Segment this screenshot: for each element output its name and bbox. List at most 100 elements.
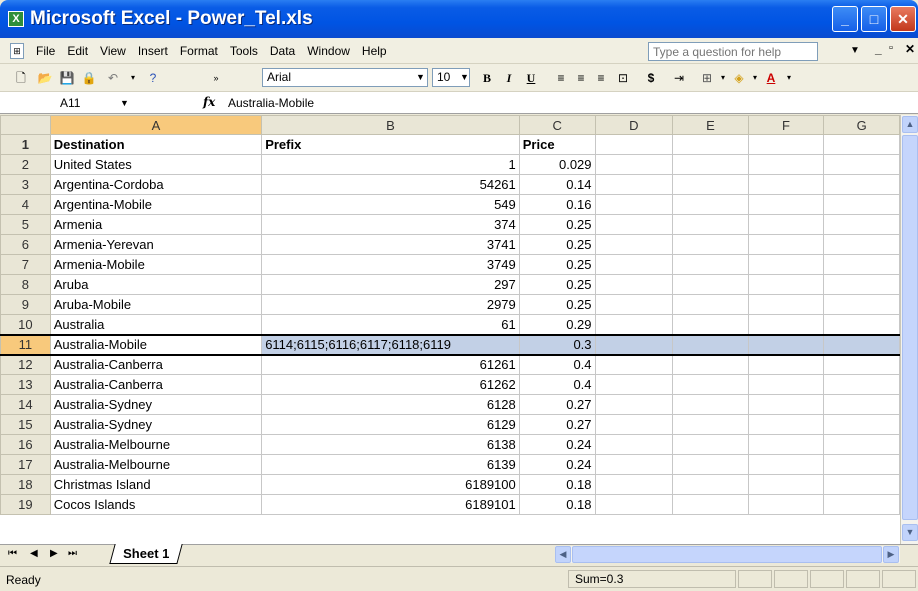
- cell-empty[interactable]: [823, 314, 900, 335]
- close-window-button[interactable]: ✕: [890, 6, 916, 32]
- column-header-g[interactable]: G: [823, 115, 900, 135]
- cell-prefix[interactable]: 61262: [261, 374, 520, 395]
- cell-prefix[interactable]: 3741: [261, 234, 520, 255]
- cell-empty[interactable]: [747, 394, 825, 415]
- cell-empty[interactable]: [823, 194, 900, 215]
- cell-empty[interactable]: [823, 374, 900, 395]
- cell-prefix[interactable]: 6129: [261, 414, 520, 435]
- cell-price[interactable]: 0.3: [518, 333, 596, 356]
- cell-prefix[interactable]: 6139: [261, 454, 520, 475]
- new-document-icon[interactable]: 🗋: [12, 69, 30, 87]
- cell-empty[interactable]: [747, 494, 825, 515]
- cell-price[interactable]: 0.25: [518, 274, 596, 295]
- cell-empty[interactable]: [747, 154, 825, 175]
- column-header-c[interactable]: C: [518, 115, 596, 135]
- font-color-dropdown-icon[interactable]: ▾: [780, 69, 798, 87]
- cell-empty[interactable]: [823, 434, 900, 455]
- cell-empty[interactable]: [594, 394, 674, 415]
- cell-empty[interactable]: [823, 274, 900, 295]
- font-name-select[interactable]: Arial: [262, 68, 428, 87]
- cell-prefix[interactable]: 61261: [261, 354, 520, 375]
- cell-destination[interactable]: Australia-Sydney: [49, 394, 263, 415]
- cell-price[interactable]: 0.18: [518, 494, 596, 515]
- cell-empty[interactable]: [672, 194, 749, 215]
- cell-destination[interactable]: Aruba-Mobile: [49, 294, 263, 315]
- cell-empty[interactable]: [594, 254, 674, 275]
- cell-empty[interactable]: [672, 474, 749, 495]
- cell-price[interactable]: 0.25: [518, 214, 596, 235]
- undo-dropdown-icon[interactable]: ▾: [124, 69, 142, 87]
- size-dropdown-icon[interactable]: ▼: [460, 72, 469, 82]
- row-header[interactable]: 14: [0, 394, 51, 415]
- minimize-button[interactable]: _: [832, 6, 858, 32]
- italic-button[interactable]: I: [500, 69, 518, 87]
- row-header[interactable]: 11: [0, 333, 51, 356]
- cell-empty[interactable]: [823, 354, 900, 375]
- cell-prefix[interactable]: 54261: [261, 174, 520, 195]
- cell-price[interactable]: Price: [518, 134, 596, 155]
- cell-price[interactable]: 0.25: [518, 294, 596, 315]
- cell-empty[interactable]: [747, 174, 825, 195]
- vertical-scroll-thumb[interactable]: [902, 135, 918, 520]
- cell-empty[interactable]: [672, 454, 749, 475]
- cell-empty[interactable]: [747, 194, 825, 215]
- underline-button[interactable]: U: [522, 69, 540, 87]
- cell-destination[interactable]: Argentina-Cordoba: [49, 174, 263, 195]
- cell-empty[interactable]: [672, 214, 749, 235]
- cell-empty[interactable]: [672, 174, 749, 195]
- font-dropdown-icon[interactable]: ▼: [416, 72, 425, 82]
- cell-empty[interactable]: [823, 494, 900, 515]
- cell-empty[interactable]: [823, 474, 900, 495]
- cell-empty[interactable]: [594, 214, 674, 235]
- cell-prefix[interactable]: 6189101: [261, 494, 520, 515]
- cell-empty[interactable]: [823, 254, 900, 275]
- last-sheet-icon[interactable]: ⏭: [68, 548, 77, 559]
- sheet-tab[interactable]: Sheet 1: [109, 544, 183, 564]
- cell-empty[interactable]: [594, 474, 674, 495]
- merge-center-icon[interactable]: ⊡: [614, 69, 632, 87]
- font-color-icon[interactable]: A: [762, 69, 780, 87]
- row-header[interactable]: 7: [0, 254, 51, 275]
- formula-input[interactable]: Australia-Mobile: [228, 96, 314, 110]
- cell-price[interactable]: 0.4: [518, 354, 596, 375]
- cell-empty[interactable]: [672, 394, 749, 415]
- select-all-corner[interactable]: [0, 115, 51, 135]
- cell-empty[interactable]: [823, 454, 900, 475]
- cell-destination[interactable]: Australia-Canberra: [49, 374, 263, 395]
- help-search-input[interactable]: [648, 42, 818, 61]
- align-right-icon[interactable]: ≡: [592, 69, 610, 87]
- cell-empty[interactable]: [823, 214, 900, 235]
- row-header[interactable]: 13: [0, 374, 51, 395]
- cell-empty[interactable]: [747, 254, 825, 275]
- cell-destination[interactable]: Armenia-Yerevan: [49, 234, 263, 255]
- cell-empty[interactable]: [594, 354, 674, 375]
- name-box-dropdown-icon[interactable]: ▼: [120, 98, 129, 108]
- cell-empty[interactable]: [594, 314, 674, 335]
- cell-empty[interactable]: [594, 454, 674, 475]
- align-center-icon[interactable]: ≡: [572, 69, 590, 87]
- menu-insert[interactable]: Insert: [138, 44, 168, 58]
- cell-destination[interactable]: Armenia: [49, 214, 263, 235]
- cell-empty[interactable]: [672, 254, 749, 275]
- row-header[interactable]: 2: [0, 154, 51, 175]
- prev-sheet-icon[interactable]: ◀: [30, 548, 38, 559]
- cell-empty[interactable]: [823, 234, 900, 255]
- cell-prefix[interactable]: 297: [261, 274, 520, 295]
- cell-empty[interactable]: [672, 374, 749, 395]
- cell-destination[interactable]: Australia-Canberra: [49, 354, 263, 375]
- cell-empty[interactable]: [594, 333, 674, 356]
- scroll-left-icon[interactable]: ◀: [555, 546, 571, 563]
- cell-destination[interactable]: United States: [49, 154, 263, 175]
- row-header[interactable]: 12: [0, 354, 51, 375]
- cell-prefix[interactable]: 374: [261, 214, 520, 235]
- cell-empty[interactable]: [747, 294, 825, 315]
- cell-price[interactable]: 0.16: [518, 194, 596, 215]
- cell-empty[interactable]: [747, 274, 825, 295]
- cell-empty[interactable]: [747, 454, 825, 475]
- save-icon[interactable]: 💾: [58, 69, 76, 87]
- horizontal-scroll-thumb[interactable]: [572, 546, 882, 563]
- cell-empty[interactable]: [747, 314, 825, 335]
- column-header-e[interactable]: E: [672, 115, 749, 135]
- cell-empty[interactable]: [672, 414, 749, 435]
- cell-empty[interactable]: [594, 274, 674, 295]
